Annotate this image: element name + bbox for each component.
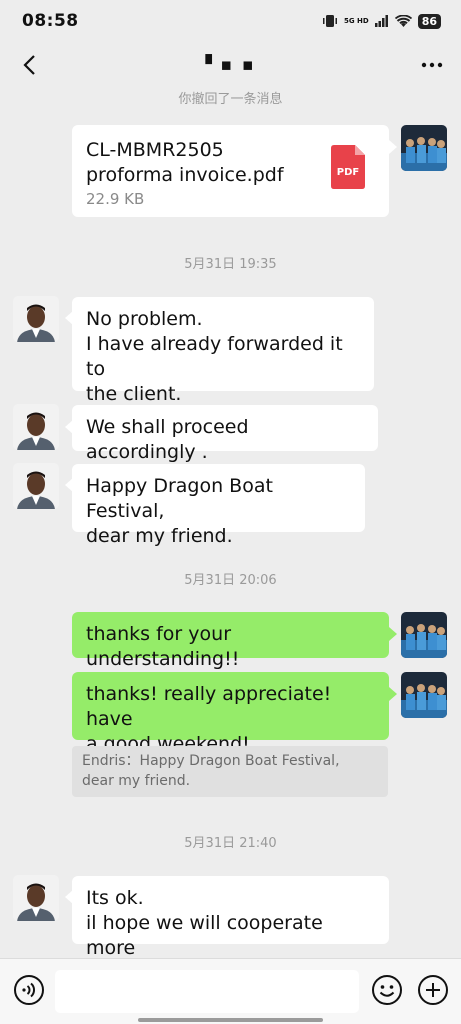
file-size: 22.9 KB [86,190,145,208]
back-button[interactable] [14,50,44,80]
wifi-icon [394,14,412,27]
avatar[interactable] [401,125,447,171]
message-text: the client. [86,383,182,405]
chat-header: ▘▪ ▪ [0,42,461,88]
status-time: 08:58 [22,11,79,31]
message-bubble[interactable]: No problem. I have already forwarded it … [72,297,374,405]
message-bubble[interactable]: Happy Dragon Boat Festival, dear my frie… [72,464,365,547]
message-text: thanks for your understanding!! [86,623,240,670]
chevron-left-icon [23,55,35,75]
file-message-card[interactable]: CL-MBMR2505 proforma invoice.pdf 22.9 KB… [72,125,389,217]
pdf-file-icon: PDF [331,145,365,189]
message-text: Happy Dragon Boat Festival, [86,475,273,522]
avatar[interactable] [13,463,59,509]
quote-text: dear my friend. [82,773,191,789]
status-icons: 5G HD 86 [322,13,441,29]
message-bubble[interactable]: Its ok. il hope we will cooperate more [72,876,389,959]
message-bubble[interactable]: thanks for your understanding!! [72,612,389,670]
more-button[interactable] [417,50,447,80]
avatar[interactable] [13,875,59,921]
emoji-button[interactable] [371,974,403,1006]
plus-circle-icon [418,975,448,1005]
message-text: il hope we will cooperate more [86,912,323,959]
signal-icon [374,15,388,27]
network-label: 5G HD [343,16,369,25]
message-bubble[interactable]: thanks! really appreciate! have a good w… [72,672,389,755]
voice-icon [14,975,44,1005]
message-text: No problem. [86,308,203,330]
quote-text: Endris：Happy Dragon Boat Festival, [82,753,340,769]
timestamp: 5月31日 20:06 [184,573,277,588]
timestamp: 5月31日 21:40 [184,836,277,851]
bubble-tail [389,687,397,701]
message-bubble[interactable]: We shall proceed accordingly . [72,405,378,463]
bubble-tail [389,140,397,154]
chat-title: ▘▪ ▪ [205,55,256,75]
message-text: I have already forwarded it to [86,333,343,380]
avatar[interactable] [401,612,447,658]
message-input[interactable] [55,970,359,1013]
plus-button[interactable] [417,974,449,1006]
more-dots-icon [421,62,443,68]
quoted-message[interactable]: Endris：Happy Dragon Boat Festival, dear … [72,746,388,797]
bubble-tail [389,627,397,641]
emoji-icon [372,975,402,1005]
message-text: dear my friend. [86,525,233,547]
input-bar [0,958,461,1024]
recall-notice: 你撤回了一条消息 [178,92,283,107]
avatar[interactable] [13,404,59,450]
avatar[interactable] [13,296,59,342]
message-text: We shall proceed accordingly . [86,416,249,463]
home-indicator [138,1018,323,1022]
message-text: Its ok. [86,887,144,909]
svg-text:PDF: PDF [337,167,359,178]
message-text: thanks! really appreciate! have [86,683,332,730]
battery-indicator: 86 [417,13,441,29]
vibrate-icon [322,15,337,27]
avatar[interactable] [401,672,447,718]
timestamp: 5月31日 19:35 [184,257,277,272]
status-bar: 08:58 5G HD 86 [0,0,461,42]
voice-button[interactable] [13,974,45,1006]
